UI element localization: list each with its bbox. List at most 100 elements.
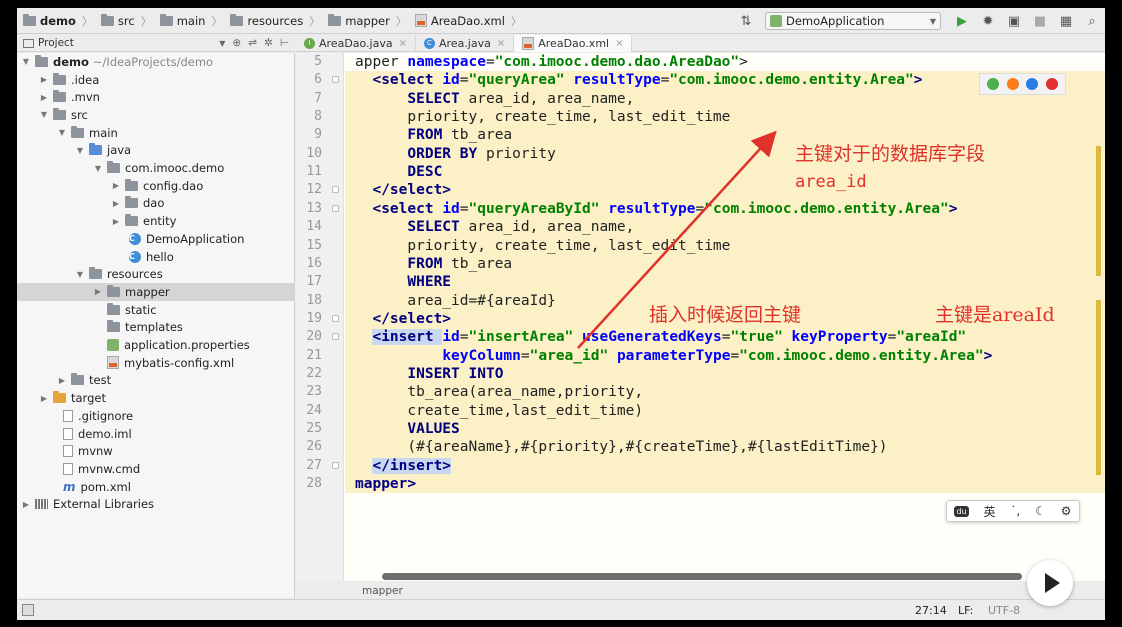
- code-line[interactable]: priority, create_time, last_edit_time: [355, 237, 730, 255]
- build-icon[interactable]: ⇅: [736, 11, 756, 31]
- tree-item-application-properties[interactable]: application.properties: [17, 336, 295, 354]
- code-line[interactable]: </select>: [355, 181, 451, 199]
- collapsed-arrow-icon[interactable]: ▶: [39, 75, 49, 84]
- expanded-arrow-icon[interactable]: ▼: [75, 270, 85, 279]
- fold-marker-icon[interactable]: [332, 461, 339, 469]
- video-play-button[interactable]: [1027, 560, 1073, 606]
- expanded-arrow-icon[interactable]: ▼: [57, 128, 67, 137]
- punctuation-icon[interactable]: ˙,: [1010, 504, 1020, 518]
- tree-item-external-libraries[interactable]: ▶ External Libraries: [17, 496, 295, 514]
- tree-item-static[interactable]: static: [17, 301, 295, 319]
- tree-item-resources[interactable]: ▼ resources: [17, 265, 295, 283]
- crumb-resources[interactable]: resources 〉: [224, 8, 322, 34]
- close-icon[interactable]: ×: [399, 38, 407, 49]
- tree-item-mvnw-cmd[interactable]: mvnw.cmd: [17, 460, 295, 478]
- close-icon[interactable]: ×: [497, 38, 505, 49]
- tree-item-pom-xml[interactable]: m pom.xml: [17, 478, 295, 496]
- caret-position[interactable]: 27:14: [915, 604, 947, 617]
- close-icon[interactable]: ×: [615, 38, 623, 49]
- toolwindow-toggle-icon[interactable]: [22, 604, 34, 616]
- code-line[interactable]: keyColumn="area_id" parameterType="com.i…: [355, 347, 992, 365]
- code-line[interactable]: <select id="queryArea" resultType="com.i…: [355, 71, 922, 89]
- firefox-icon[interactable]: [1006, 78, 1019, 90]
- hide-icon[interactable]: ⊢: [280, 37, 289, 49]
- run-icon[interactable]: ▶: [952, 11, 972, 31]
- file-encoding[interactable]: UTF-8: [988, 604, 1020, 617]
- code-line[interactable]: apper namespace="com.imooc.demo.dao.Area…: [355, 53, 748, 71]
- line-separator[interactable]: LF:: [958, 604, 973, 617]
- code-line[interactable]: priority, create_time, last_edit_time: [355, 108, 730, 126]
- ime-language-toggle[interactable]: 英: [983, 503, 995, 520]
- code-line[interactable]: DESC: [355, 163, 442, 181]
- ime-logo-icon[interactable]: du: [954, 505, 969, 517]
- crumb-areadao-xml[interactable]: AreaDao.xml 〉: [409, 8, 524, 34]
- code-line[interactable]: WHERE: [355, 273, 451, 291]
- code-line[interactable]: tb_area(area_name,priority,: [355, 383, 643, 401]
- code-line[interactable]: mapper>: [355, 475, 416, 493]
- debug-icon[interactable]: ✹: [978, 11, 998, 31]
- code-line[interactable]: SELECT area_id, area_name,: [355, 218, 634, 236]
- code-line[interactable]: FROM tb_area: [355, 255, 512, 273]
- tree-item-templates[interactable]: templates: [17, 319, 295, 337]
- fold-marker-icon[interactable]: [332, 314, 339, 322]
- collapsed-arrow-icon[interactable]: ▶: [39, 93, 49, 102]
- expanded-arrow-icon[interactable]: ▼: [21, 57, 31, 66]
- tree-item-src[interactable]: ▼ src: [17, 106, 295, 124]
- tab-areadao-java[interactable]: I AreaDao.java ×: [296, 35, 416, 52]
- fold-marker-icon[interactable]: [332, 76, 339, 84]
- tree-item-hello[interactable]: Chello: [17, 248, 295, 266]
- tree-item-main[interactable]: ▼ main: [17, 124, 295, 142]
- dropdown-arrow-icon[interactable]: ▼: [219, 39, 225, 48]
- expanded-arrow-icon[interactable]: ▼: [93, 164, 103, 173]
- tree-item-target[interactable]: ▶ target: [17, 389, 295, 407]
- gear-icon[interactable]: ⚙: [1061, 504, 1072, 518]
- code-line[interactable]: </insert>: [355, 457, 452, 475]
- locate-icon[interactable]: ⊕: [232, 37, 241, 49]
- moon-icon[interactable]: ☾: [1035, 504, 1046, 518]
- search-icon[interactable]: ⌕: [1082, 11, 1102, 31]
- expanded-arrow-icon[interactable]: ▼: [39, 110, 49, 119]
- coverage-icon[interactable]: ▣: [1004, 11, 1024, 31]
- tree-item-mybatis-config[interactable]: mybatis-config.xml: [17, 354, 295, 372]
- code-line[interactable]: area_id=#{areaId}: [355, 292, 555, 310]
- tree-item-mvn[interactable]: ▶ .mvn: [17, 88, 295, 106]
- tree-item-mapper[interactable]: ▶ mapper: [17, 283, 295, 301]
- tree-item-idea[interactable]: ▶ .idea: [17, 71, 295, 89]
- fold-marker-icon[interactable]: [332, 186, 339, 194]
- collapsed-arrow-icon[interactable]: ▶: [21, 500, 31, 509]
- project-structure-icon[interactable]: ▦: [1056, 11, 1076, 31]
- code-line[interactable]: SELECT area_id, area_name,: [355, 90, 634, 108]
- tab-areadao-xml[interactable]: AreaDao.xml ×: [514, 35, 633, 52]
- line-number-gutter[interactable]: 5 6 7 8 9 10 11 12 13 14 15 16 17 18 19 20 21 22 23 24 25 26 2…: [296, 53, 344, 581]
- code-line[interactable]: <select id="queryAreaById" resultType="c…: [355, 200, 957, 218]
- code-line[interactable]: </select>: [355, 310, 451, 328]
- safari-icon[interactable]: [1026, 78, 1039, 90]
- opera-icon[interactable]: [1046, 78, 1059, 90]
- crumb-src[interactable]: src 〉: [95, 8, 154, 34]
- chrome-icon[interactable]: [986, 78, 999, 90]
- fold-marker-icon[interactable]: [332, 333, 339, 341]
- stop-icon[interactable]: ■: [1030, 11, 1050, 31]
- code-line[interactable]: ORDER BY priority: [355, 145, 555, 163]
- crumb-mapper[interactable]: mapper 〉: [322, 8, 409, 34]
- tree-item-com-imooc-demo[interactable]: ▼ com.imooc.demo: [17, 159, 295, 177]
- tree-item-entity[interactable]: ▶ entity: [17, 212, 295, 230]
- collapsed-arrow-icon[interactable]: ▶: [111, 181, 121, 190]
- run-config-select[interactable]: DemoApplication ▼: [765, 12, 941, 30]
- code-line[interactable]: FROM tb_area: [355, 126, 512, 144]
- collapsed-arrow-icon[interactable]: ▶: [111, 217, 121, 226]
- horizontal-scrollbar[interactable]: [382, 573, 1022, 580]
- crumb-demo[interactable]: demo 〉: [17, 8, 95, 34]
- tree-item-dao[interactable]: ▶ dao: [17, 195, 295, 213]
- code-line[interactable]: (#{areaName},#{priority},#{createTime},#…: [355, 438, 887, 456]
- collapse-icon[interactable]: ⇌: [248, 37, 257, 49]
- code-line[interactable]: create_time,last_edit_time): [355, 402, 643, 420]
- tree-item-demo-iml[interactable]: demo.iml: [17, 425, 295, 443]
- tree-item-config-dao[interactable]: ▶ config.dao: [17, 177, 295, 195]
- fold-marker-icon[interactable]: [332, 204, 339, 212]
- collapsed-arrow-icon[interactable]: ▶: [93, 287, 103, 296]
- collapsed-arrow-icon[interactable]: ▶: [57, 376, 67, 385]
- code-line[interactable]: INSERT INTO: [355, 365, 503, 383]
- editor-breadcrumb[interactable]: mapper: [296, 584, 1105, 599]
- code-line[interactable]: VALUES: [355, 420, 459, 438]
